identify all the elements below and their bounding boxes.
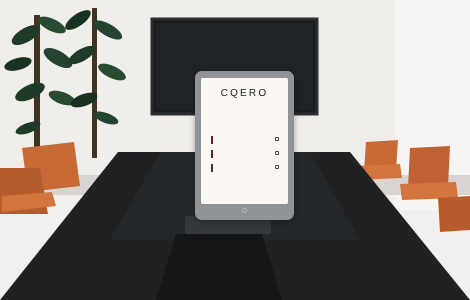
option-checkbox[interactable] xyxy=(275,165,279,169)
survey-option[interactable] xyxy=(211,150,279,158)
conference-room-photo: CQERO xyxy=(0,0,470,300)
home-button[interactable] xyxy=(242,208,247,213)
tablet-screen: CQERO xyxy=(201,78,288,204)
option-checkbox[interactable] xyxy=(275,151,279,155)
survey-option[interactable] xyxy=(211,136,279,144)
chair xyxy=(438,196,470,232)
tablet-device: CQERO xyxy=(195,71,294,220)
chair xyxy=(408,146,450,188)
survey-option[interactable] xyxy=(211,164,279,172)
option-checkbox[interactable] xyxy=(275,137,279,141)
table-center-strip xyxy=(156,234,282,300)
brand-logo-text: CQERO xyxy=(220,88,269,99)
plant-stem-2 xyxy=(92,8,97,158)
